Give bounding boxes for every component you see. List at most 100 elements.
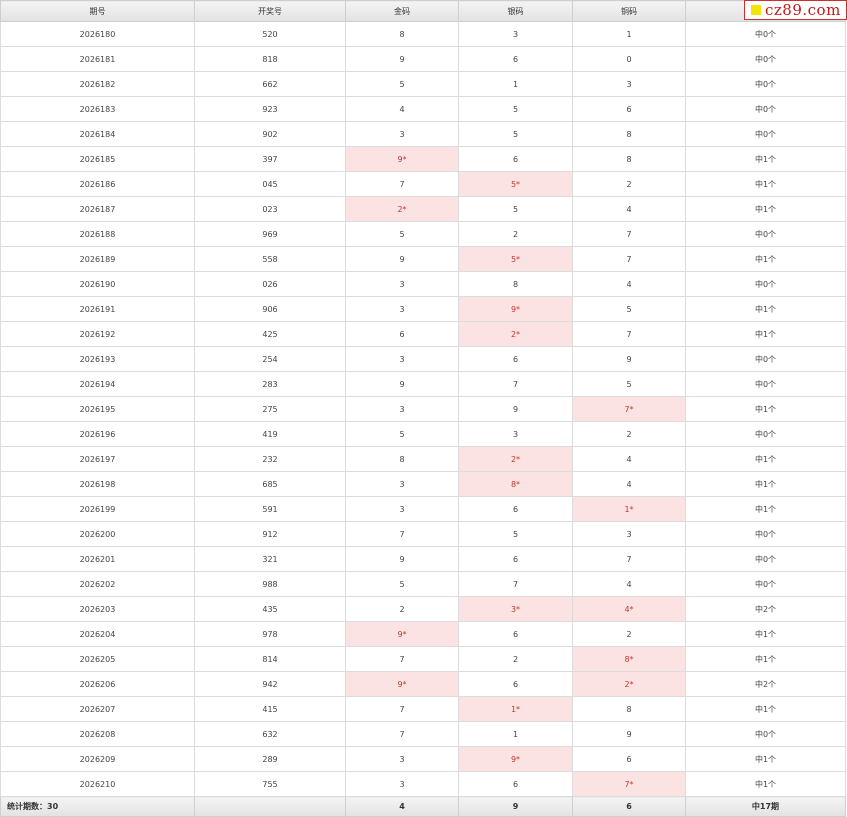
gold-cell: 6 bbox=[345, 321, 459, 347]
gold-cell: 9 bbox=[345, 371, 459, 397]
period-cell: 2026184 bbox=[0, 121, 195, 147]
table-row: 2026183 923 4 5 6 中0个 bbox=[0, 96, 846, 122]
bronze-cell: 2 bbox=[572, 621, 686, 647]
bronze-cell: 1 bbox=[572, 21, 686, 47]
hit-count-cell: 中0个 bbox=[685, 721, 846, 747]
table-row: 2026207 415 7 1* 8 中1个 bbox=[0, 696, 846, 722]
period-cell: 2026200 bbox=[0, 521, 195, 547]
hit-count-cell: 中0个 bbox=[685, 221, 846, 247]
period-cell: 2026206 bbox=[0, 671, 195, 697]
period-cell: 2026193 bbox=[0, 346, 195, 372]
gold-cell: 9* bbox=[345, 146, 459, 172]
gold-cell: 7 bbox=[345, 721, 459, 747]
table-row: 2026186 045 7 5* 2 中1个 bbox=[0, 171, 846, 197]
silver-cell: 5 bbox=[458, 521, 573, 547]
bronze-cell: 2* bbox=[572, 671, 686, 697]
silver-cell: 6 bbox=[458, 46, 573, 72]
bronze-cell: 2 bbox=[572, 421, 686, 447]
silver-cell: 9 bbox=[458, 396, 573, 422]
summary-empty bbox=[194, 796, 346, 817]
hit-count-cell: 中1个 bbox=[685, 296, 846, 322]
silver-cell: 6 bbox=[458, 671, 573, 697]
period-cell: 2026199 bbox=[0, 496, 195, 522]
table-row: 2026184 902 3 5 8 中0个 bbox=[0, 121, 846, 147]
period-cell: 2026197 bbox=[0, 446, 195, 472]
silver-cell: 1 bbox=[458, 721, 573, 747]
gold-cell: 3 bbox=[345, 471, 459, 497]
draw-number-cell: 254 bbox=[194, 346, 346, 372]
bronze-cell: 6 bbox=[572, 96, 686, 122]
bronze-cell: 4 bbox=[572, 271, 686, 297]
header-gold[interactable]: 金码 bbox=[345, 0, 459, 22]
gold-cell: 3 bbox=[345, 271, 459, 297]
table-row: 2026180 520 8 3 1 中0个 bbox=[0, 21, 846, 47]
table-row: 2026187 023 2* 5 4 中1个 bbox=[0, 196, 846, 222]
draw-number-cell: 591 bbox=[194, 496, 346, 522]
table-row: 2026190 026 3 8 4 中0个 bbox=[0, 271, 846, 297]
gold-cell: 5 bbox=[345, 221, 459, 247]
hit-count-cell: 中1个 bbox=[685, 496, 846, 522]
table-row: 2026196 419 5 3 2 中0个 bbox=[0, 421, 846, 447]
gold-cell: 9 bbox=[345, 546, 459, 572]
gold-cell: 3 bbox=[345, 496, 459, 522]
silver-cell: 1 bbox=[458, 71, 573, 97]
table-row: 2026203 435 2 3* 4* 中2个 bbox=[0, 596, 846, 622]
draw-number-cell: 923 bbox=[194, 96, 346, 122]
table-row: 2026197 232 8 2* 4 中1个 bbox=[0, 446, 846, 472]
table-row: 2026200 912 7 5 3 中0个 bbox=[0, 521, 846, 547]
bronze-cell: 6 bbox=[572, 746, 686, 772]
draw-number-cell: 906 bbox=[194, 296, 346, 322]
gold-cell: 7 bbox=[345, 696, 459, 722]
bronze-cell: 2 bbox=[572, 171, 686, 197]
draw-number-cell: 632 bbox=[194, 721, 346, 747]
table-row: 2026199 591 3 6 1* 中1个 bbox=[0, 496, 846, 522]
silver-cell: 5* bbox=[458, 246, 573, 272]
header-silver[interactable]: 银码 bbox=[458, 0, 573, 22]
period-cell: 2026182 bbox=[0, 71, 195, 97]
silver-cell: 3 bbox=[458, 21, 573, 47]
header-bronze[interactable]: 铜码 bbox=[572, 0, 686, 22]
bronze-cell: 7 bbox=[572, 221, 686, 247]
period-cell: 2026181 bbox=[0, 46, 195, 72]
period-cell: 2026202 bbox=[0, 571, 195, 597]
table-row: 2026185 397 9* 6 8 中1个 bbox=[0, 146, 846, 172]
gold-cell: 5 bbox=[345, 71, 459, 97]
table-row: 2026194 283 9 7 5 中0个 bbox=[0, 371, 846, 397]
gold-cell: 3 bbox=[345, 771, 459, 797]
silver-cell: 2* bbox=[458, 446, 573, 472]
silver-cell: 3* bbox=[458, 596, 573, 622]
table-row: 2026191 906 3 9* 5 中1个 bbox=[0, 296, 846, 322]
header-period[interactable]: 期号 bbox=[0, 0, 195, 22]
period-cell: 2026207 bbox=[0, 696, 195, 722]
results-table: 期号 开奖号 金码 银码 铜码 2026180 520 8 3 1 中0个 2026181 8… bbox=[0, 0, 846, 817]
gold-cell: 3 bbox=[345, 396, 459, 422]
hit-count-cell: 中0个 bbox=[685, 346, 846, 372]
table-row: 2026202 988 5 7 4 中0个 bbox=[0, 571, 846, 597]
logo-text: cz89.com bbox=[765, 1, 841, 19]
gold-cell: 2* bbox=[345, 196, 459, 222]
period-cell: 2026189 bbox=[0, 246, 195, 272]
draw-number-cell: 232 bbox=[194, 446, 346, 472]
gold-cell: 7 bbox=[345, 521, 459, 547]
table-row: 2026201 321 9 6 7 中0个 bbox=[0, 546, 846, 572]
silver-cell: 7 bbox=[458, 571, 573, 597]
site-logo[interactable]: cz89.com bbox=[744, 0, 847, 20]
gold-cell: 5 bbox=[345, 571, 459, 597]
silver-cell: 5 bbox=[458, 96, 573, 122]
hit-count-cell: 中1个 bbox=[685, 646, 846, 672]
header-draw-number[interactable]: 开奖号 bbox=[194, 0, 346, 22]
period-cell: 2026180 bbox=[0, 21, 195, 47]
gold-cell: 7 bbox=[345, 646, 459, 672]
summary-row: 统计期数：30 4 9 6 中17期 bbox=[0, 796, 846, 817]
bronze-cell: 1* bbox=[572, 496, 686, 522]
hit-count-cell: 中1个 bbox=[685, 246, 846, 272]
summary-count: 统计期数：30 bbox=[0, 796, 195, 817]
draw-number-cell: 415 bbox=[194, 696, 346, 722]
silver-cell: 2 bbox=[458, 221, 573, 247]
table-row: 2026204 978 9* 6 2 中1个 bbox=[0, 621, 846, 647]
table-row: 2026198 685 3 8* 4 中1个 bbox=[0, 471, 846, 497]
header-row: 期号 开奖号 金码 银码 铜码 bbox=[0, 0, 846, 22]
hit-count-cell: 中0个 bbox=[685, 121, 846, 147]
draw-number-cell: 814 bbox=[194, 646, 346, 672]
gold-cell: 9 bbox=[345, 46, 459, 72]
